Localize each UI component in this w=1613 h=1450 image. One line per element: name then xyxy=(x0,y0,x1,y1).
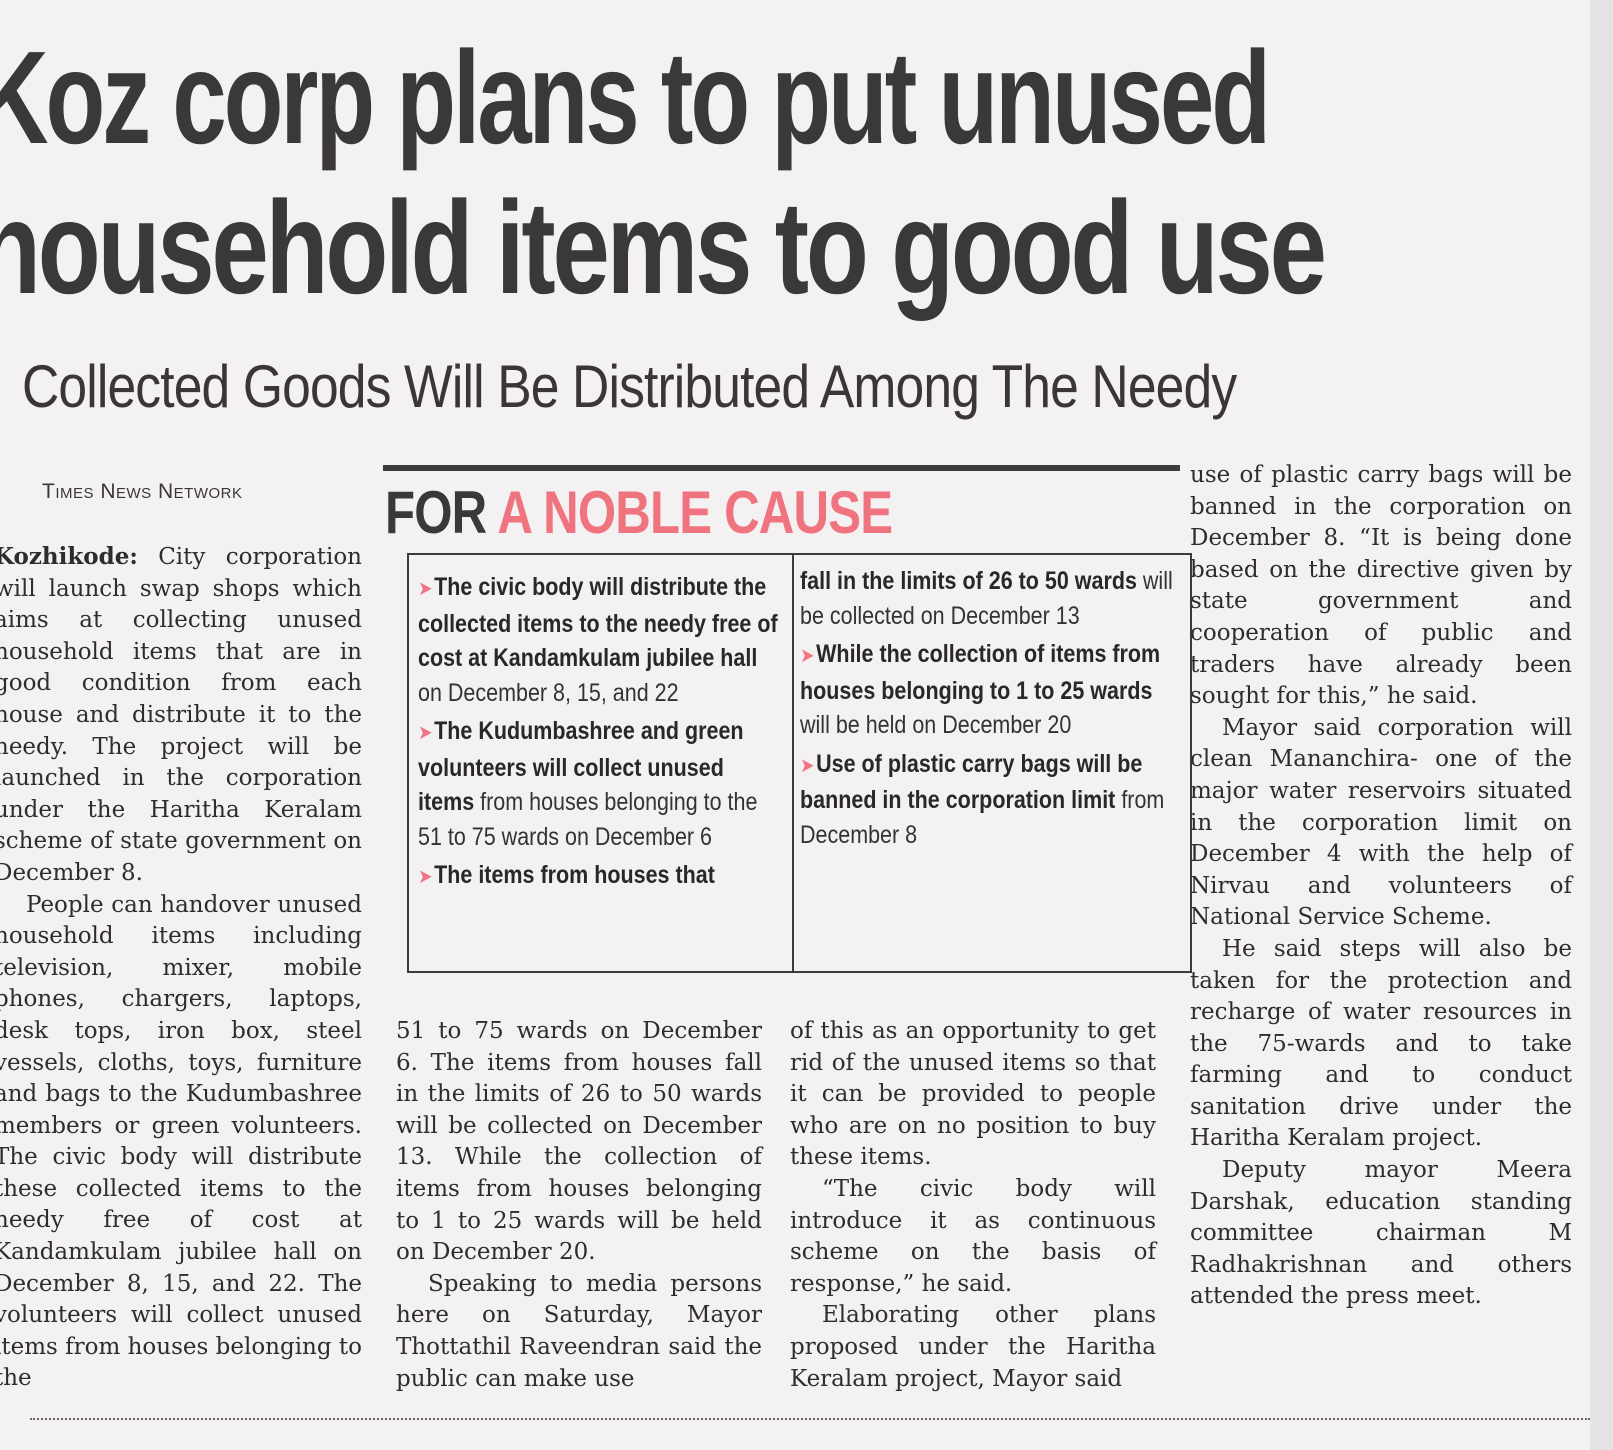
sidebar-item-bold: While the collection of items from house… xyxy=(800,640,1161,705)
paragraph: He said steps will also be taken for the… xyxy=(1190,935,1572,1152)
paragraph: Mayor said corporation will clean Mananc… xyxy=(1190,714,1572,931)
sidebar-title: FOR A NOBLE CAUSE xyxy=(385,478,893,547)
sidebar-item: ➤The Kudumbashree and green volunteers w… xyxy=(418,714,779,854)
page-edge xyxy=(1590,0,1613,1450)
dotted-cut-line xyxy=(30,1418,1590,1420)
article-column-3: of this as an opportunity to get rid of … xyxy=(790,1016,1156,1395)
sidebar-column-2: fall in the limits of 26 to 50 wards wil… xyxy=(800,564,1178,856)
paragraph: Speaking to media persons here on Saturd… xyxy=(396,1270,762,1392)
paragraph: 51 to 75 wards on December 6. The items … xyxy=(396,1018,762,1266)
sidebar-item: ➤The civic body will distribute the coll… xyxy=(418,570,779,710)
sidebar-title-part-2: A NOBLE CAUSE xyxy=(497,479,893,546)
paragraph: Deputy mayor Meera Darshak, education st… xyxy=(1190,1157,1572,1310)
sidebar-item: ➤The items from houses that xyxy=(418,858,779,895)
paragraph-text: City corporation will launch swap shops … xyxy=(0,544,362,886)
paragraph: of this as an opportunity to get rid of … xyxy=(790,1018,1156,1171)
sidebar-item: ➤Use of plastic carry bags will be banne… xyxy=(800,747,1178,853)
article-column-2: 51 to 75 wards on December 6. The items … xyxy=(396,1016,762,1395)
article-column-1: Kozhikode: City corporation will launch … xyxy=(0,541,362,1395)
paragraph: “The civic body will introduce it as con… xyxy=(790,1175,1156,1297)
sidebar-item: ➤While the collection of items from hous… xyxy=(800,637,1178,743)
sidebar-divider xyxy=(792,553,794,973)
arrow-bullet-icon: ➤ xyxy=(418,578,433,600)
arrow-bullet-icon: ➤ xyxy=(418,866,433,888)
newspaper-clipping: Koz corp plans to put unused household i… xyxy=(0,0,1613,1450)
arrow-bullet-icon: ➤ xyxy=(800,754,815,777)
headline-line-2: household items to good use xyxy=(0,174,1327,321)
sidebar-item-text: on December 8, 15, and 22 xyxy=(418,678,679,707)
sidebar-title-part-1: FOR xyxy=(385,479,498,546)
article-column-4: use of plastic carry bags will be banned… xyxy=(1190,460,1572,1313)
headline-line-1: Koz corp plans to put unused xyxy=(0,24,1271,171)
subheadline: Collected Goods Will Be Distributed Amon… xyxy=(22,353,1237,420)
paragraph: use of plastic carry bags will be banned… xyxy=(1190,462,1572,710)
arrow-bullet-icon: ➤ xyxy=(418,722,433,744)
paragraph: People can handover unused household ite… xyxy=(0,891,362,1392)
sidebar-item-bold: Use of plastic carry bags will be banned… xyxy=(800,749,1143,815)
sidebar-top-rule xyxy=(383,465,1180,471)
sidebar-column-1: ➤The civic body will distribute the coll… xyxy=(418,570,779,899)
paragraph: Kozhikode: City corporation will launch … xyxy=(0,541,362,890)
sidebar-item-text: will be held on December 20 xyxy=(800,711,1072,739)
sidebar-item: fall in the limits of 26 to 50 wards wil… xyxy=(800,564,1178,633)
byline: Times News Network xyxy=(42,480,243,503)
paragraph: Elaborating other plans proposed under t… xyxy=(790,1302,1156,1392)
sidebar-item-bold: The items from houses that xyxy=(434,861,715,889)
arrow-bullet-icon: ➤ xyxy=(800,645,815,667)
dateline: Kozhikode: xyxy=(0,543,138,570)
sidebar-item-bold: fall in the limits of 26 to 50 wards xyxy=(800,567,1137,595)
sidebar-item-bold: The civic body will distribute the colle… xyxy=(418,573,778,672)
